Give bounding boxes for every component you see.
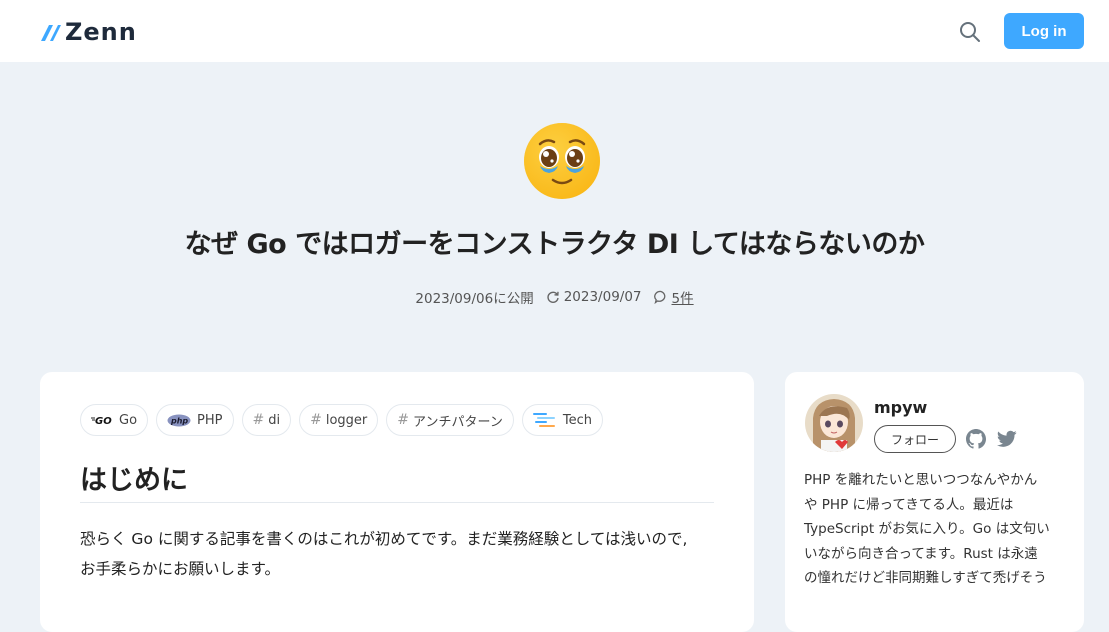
paragraph-line: 恐らく Go に関する記事を書くのはこれが初めてです。まだ業務経験としては浅いの…: [80, 530, 688, 548]
hash-icon: #: [397, 412, 409, 428]
search-icon[interactable]: [958, 20, 982, 44]
twitter-icon[interactable]: [997, 430, 1017, 448]
avatar[interactable]: [805, 394, 863, 452]
comments-link[interactable]: 5件: [672, 287, 694, 307]
tag-label: アンチパターン: [413, 414, 503, 430]
bio-line: PHP を離れたいと思いつつなんやかん: [804, 472, 1038, 488]
updated-date: 2023/09/07: [563, 289, 642, 305]
hash-icon: #: [252, 412, 265, 428]
zenn-logo[interactable]: Zenn: [40, 18, 137, 46]
tag-tech[interactable]: Tech: [521, 404, 603, 436]
article-title: なぜ Go ではロガーをコンストラクタ DI してはならないのか: [184, 229, 925, 260]
refresh-icon: [547, 291, 559, 303]
tag-logger[interactable]: # logger: [299, 404, 379, 436]
zenn-logo-mark-icon: [41, 25, 61, 41]
tag-label: Tech: [562, 412, 592, 428]
svg-text:GO: GO: [95, 416, 112, 425]
tag-di[interactable]: # di: [241, 404, 292, 436]
bio-line: や PHP に帰ってきてる人。最近は: [804, 496, 1014, 513]
follow-button[interactable]: フォロー: [874, 425, 956, 453]
article-meta: 2023/09/06に公開 2023/09/07 5件: [0, 287, 1109, 307]
login-button[interactable]: Log in: [1004, 13, 1084, 49]
tag-label: logger: [325, 412, 368, 428]
intro-paragraph: 恐らく Go に関する記事を書くのはこれが初めてです。まだ業務経験としては浅いの…: [80, 524, 720, 584]
site-header: Zenn Log in: [0, 0, 1109, 62]
article-emoji: [523, 122, 601, 200]
tag-antipattern[interactable]: # アンチパターン: [386, 404, 514, 436]
tag-label: PHP: [197, 412, 223, 428]
bio-line: の憧れだけど非同期難しすぎて禿げそう: [804, 570, 1047, 586]
php-logo-icon: php: [167, 414, 191, 427]
tag-label: Go: [119, 412, 138, 428]
github-icon[interactable]: [966, 429, 986, 449]
author-bio: PHP を離れたいと思いつつなんやかん や PHP に帰ってきてる人。最近は T…: [804, 468, 1066, 591]
go-logo-icon: GO: [91, 415, 113, 425]
article-body-card: GO Go php PHP # di # logger # アンチパターン Te…: [40, 372, 754, 632]
author-card: mpyw フォロー PHP を離れたいと思いつつなんやかん や PHP に帰って…: [785, 372, 1084, 632]
tech-icon: [532, 412, 557, 428]
tag-go[interactable]: GO Go: [80, 404, 149, 436]
tag-php[interactable]: php PHP: [156, 404, 234, 436]
updated-date-group: 2023/09/07: [546, 289, 642, 305]
bio-line: TypeScript がお気に入り。Go は文句い: [804, 521, 1050, 537]
comments-group[interactable]: 5件: [653, 287, 694, 307]
svg-text:php: php: [170, 416, 188, 425]
comment-icon: [653, 290, 665, 304]
logo-text: Zenn: [65, 18, 137, 46]
published-date: 2023/09/06に公開: [415, 291, 534, 307]
bio-line: いながら向き合ってます。Rust は永遠: [804, 545, 1038, 562]
pleading-face-icon: [524, 123, 600, 199]
paragraph-line: お手柔らかにお願いします。: [80, 560, 280, 578]
hash-icon: #: [310, 412, 322, 428]
section-heading: はじめに: [80, 465, 188, 496]
topic-tags: GO Go php PHP # di # logger # アンチパターン Te…: [80, 404, 603, 436]
author-name[interactable]: mpyw: [874, 398, 927, 417]
heading-divider: [80, 502, 714, 503]
tag-label: di: [268, 412, 281, 428]
